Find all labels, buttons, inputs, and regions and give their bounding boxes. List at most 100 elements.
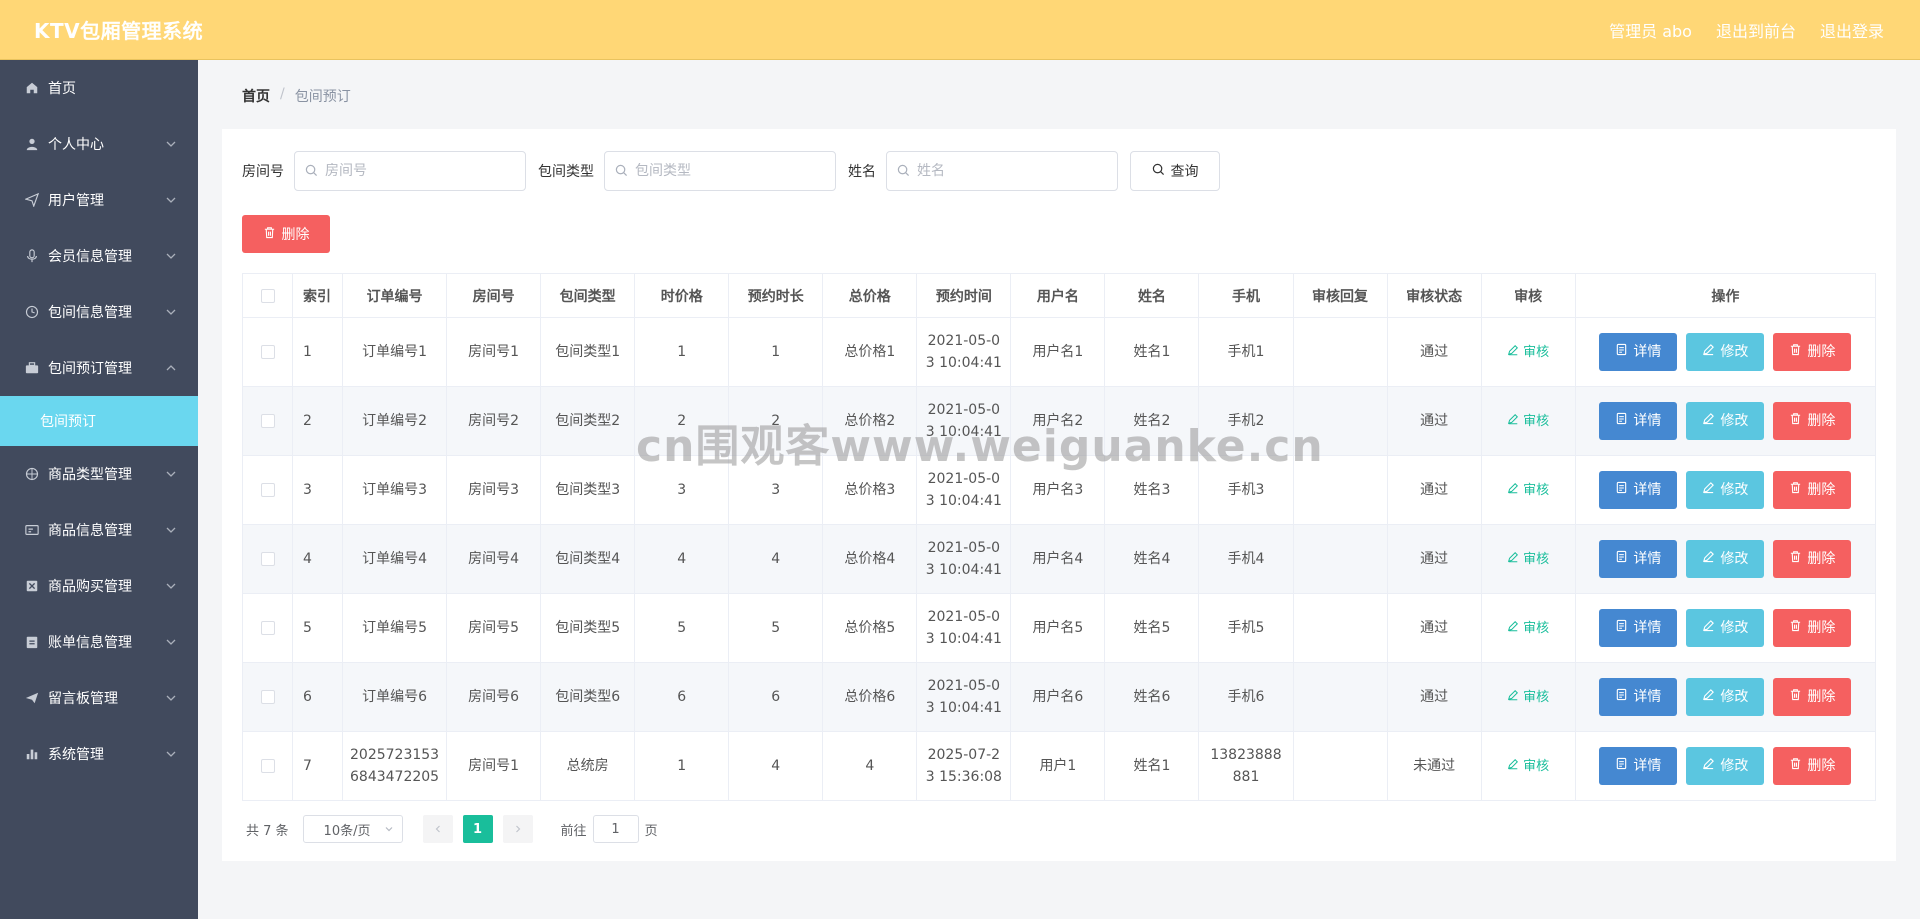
col-header: 预约时长 [728,273,824,318]
col-header: 姓名 [1104,273,1200,318]
detail-button[interactable]: 详情 [1599,747,1678,785]
edit-icon [1702,755,1715,777]
detail-button[interactable]: 详情 [1599,678,1678,716]
edit-button[interactable]: 修改 [1686,678,1765,716]
send-icon [24,192,40,208]
cell-name: 姓名3 [1104,455,1200,525]
edit-button[interactable]: 修改 [1686,333,1765,371]
globe-icon [24,466,40,482]
sidebar-item-messages[interactable]: 留言板管理 [0,670,198,726]
sidebar-item-goods[interactable]: 商品信息管理 [0,502,198,558]
cell-name: 姓名4 [1104,524,1200,594]
cell-index: 3 [292,455,344,525]
edit-button[interactable]: 修改 [1686,402,1765,440]
edit-button[interactable]: 修改 [1686,609,1765,647]
audit-link[interactable]: 审核 [1507,618,1549,640]
cell-order: 订单编号2 [342,386,448,456]
sidebar-item-goods-types[interactable]: 商品类型管理 [0,446,198,502]
detail-button[interactable]: 详情 [1599,402,1678,440]
sidebar-subitem-reservation[interactable]: 包间预订 [0,396,198,446]
trash-icon [1789,617,1802,639]
sidebar-item-users[interactable]: 用户管理 [0,172,198,228]
row-checkbox[interactable] [260,552,275,566]
phone-line1: 手机1 [1227,344,1265,360]
cell-order: 订单编号4 [342,524,448,594]
trash-icon [263,226,276,243]
page-size-select[interactable]: 10条/页 [302,815,403,843]
order-number: 订单编号3 [362,482,428,498]
card-icon [24,522,40,538]
sidebar-item-label: 包间信息管理 [48,305,132,321]
document-icon [1615,755,1628,777]
row-checkbox[interactable] [260,759,275,773]
page-number-current[interactable]: 1 [462,815,493,843]
sidebar-item-bills[interactable]: 账单信息管理 [0,614,198,670]
cell-reply [1292,662,1388,732]
sidebar-item-members[interactable]: 会员信息管理 [0,228,198,284]
cell-order: 订单编号6 [342,662,448,732]
delete-button[interactable]: 删除 [1773,333,1852,371]
top-header: KTV包厢管理系统 管理员 abo 退出到前台 退出登录 [0,0,1920,60]
select-all-checkbox[interactable] [260,288,275,303]
cell-total: 总价格6 [822,662,918,732]
delete-button[interactable]: 删除 [1773,540,1852,578]
edit-button[interactable]: 修改 [1686,471,1765,509]
edit-label: 修改 [1720,413,1749,429]
name-search-input[interactable] [917,163,1097,179]
delete-button[interactable]: 删除 [1773,678,1852,716]
breadcrumb-separator: / [280,86,285,102]
delete-button[interactable]: 删除 [1773,402,1852,440]
sidebar-item-reservations[interactable]: 包间预订管理 [0,340,198,396]
audit-link[interactable]: 审核 [1507,342,1549,364]
audit-link[interactable]: 审核 [1507,480,1549,502]
table-row: 5 订单编号5 房间号5 包间类型5 5 5 总价格5 2021-05-0 3 10:04:41… [241,593,1877,663]
sidebar-item-purchases[interactable]: 商品购买管理 [0,558,198,614]
row-checkbox[interactable] [260,621,275,635]
logout-link[interactable]: 退出登录 [1820,18,1884,42]
detail-button[interactable]: 详情 [1599,333,1678,371]
row-checkbox[interactable] [260,690,275,704]
name-label: 姓名 [848,164,876,180]
cell-actions: 详情 修改 删除 [1574,731,1877,801]
row-checkbox[interactable] [260,414,275,428]
query-button[interactable]: 查询 [1130,151,1220,191]
batch-delete-button[interactable]: 删除 [242,215,330,253]
delete-button[interactable]: 删除 [1773,747,1852,785]
type-search-input[interactable] [635,163,815,179]
audit-link[interactable]: 审核 [1507,549,1549,571]
sidebar-item-system[interactable]: 系统管理 [0,726,198,782]
cell-status: 通过 [1386,662,1482,732]
row-checkbox[interactable] [260,483,275,497]
sidebar-item-rooms[interactable]: 包间信息管理 [0,284,198,340]
chevron-right-icon [515,825,520,833]
edit-button[interactable]: 修改 [1686,747,1765,785]
audit-link[interactable]: 审核 [1507,411,1549,433]
breadcrumb-home[interactable]: 首页 [242,86,270,106]
detail-button[interactable]: 详情 [1599,471,1678,509]
audit-link[interactable]: 审核 [1507,687,1549,709]
sidebar-item-home[interactable]: 首页 [0,60,198,116]
detail-button[interactable]: 详情 [1599,540,1678,578]
sidebar-item-label: 会员信息管理 [48,249,132,265]
next-page-button[interactable] [502,815,533,843]
delete-button[interactable]: 删除 [1773,609,1852,647]
detail-label: 详情 [1633,620,1662,636]
delete-button[interactable]: 删除 [1773,471,1852,509]
time-line1: 2021-05-0 [927,471,1001,487]
to-front-link[interactable]: 退出到前台 [1716,18,1796,42]
delete-label: 删除 [1807,551,1836,567]
room-search-input[interactable] [325,163,505,179]
cell-actions: 详情 修改 删除 [1574,317,1877,387]
prev-page-button[interactable] [422,815,453,843]
cell-audit: 审核 [1480,386,1576,456]
detail-button[interactable]: 详情 [1599,609,1678,647]
cell-room: 房间号2 [446,386,542,456]
audit-link[interactable]: 审核 [1507,756,1549,778]
sidebar-item-profile[interactable]: 个人中心 [0,116,198,172]
edit-button[interactable]: 修改 [1686,540,1765,578]
delete-label: 删除 [1807,344,1836,360]
row-select-cell [241,386,294,456]
cell-phone: 13823888 881 [1198,731,1294,801]
goto-page-input[interactable] [592,815,639,843]
row-checkbox[interactable] [260,345,275,359]
